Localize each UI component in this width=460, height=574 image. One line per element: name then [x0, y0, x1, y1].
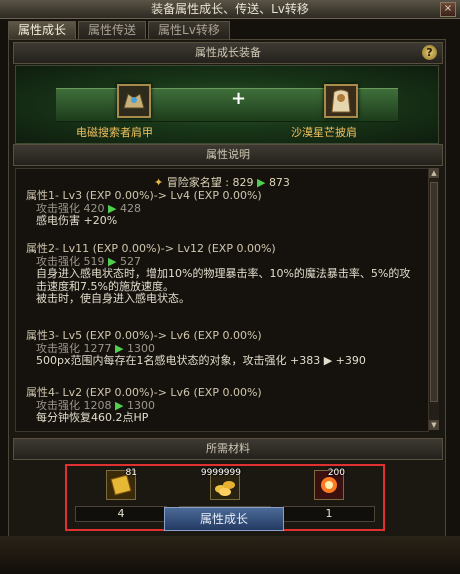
attribute-1-sub-new: 428: [119, 201, 141, 215]
equip-section-title: 属性成长装备: [195, 46, 261, 59]
cape-icon: [326, 86, 356, 116]
attribute-2-line-1: 自身进入感电状态时，增加10%的物理暴击率、10%的魔法暴击率、5%的攻: [36, 267, 411, 280]
help-button[interactable]: ?: [422, 45, 437, 60]
attribute-4-line-1: 每分钟恢复460.2点HP: [36, 411, 149, 424]
fame-new: 873: [268, 176, 290, 189]
attribute-description: ✦ 冒险家名望 : 829 ▶ 873 属性1- Lv3 (EXP 0.00%)…: [15, 168, 429, 432]
desc-section-title: 属性说明: [206, 148, 250, 161]
fire-orb-icon: 200: [314, 468, 345, 500]
attribute-3-line-1: 500px范围内每存在1名感电状态的对象，攻击强化 +383 ▶ +390: [36, 354, 366, 367]
material-2-count: 9999999: [200, 468, 241, 478]
window-title: 装备属性成长、传送、Lv转移: [151, 2, 309, 16]
attribute-4-sub-new: 1300: [126, 398, 155, 412]
close-button[interactable]: ×: [440, 2, 456, 17]
equip-display: + 电磁搜索者肩甲 沙漠星芒披肩: [15, 65, 439, 144]
window-titlebar: 装备属性成长、传送、Lv转移 ×: [0, 0, 460, 19]
scroll-up-icon[interactable]: ▲: [429, 168, 439, 178]
fame-line: ✦ 冒险家名望 : 829 ▶ 873: [16, 174, 428, 190]
description-scrollbar[interactable]: ▲ ▼: [428, 168, 439, 430]
material-3-count: 200: [327, 468, 345, 478]
plus-sign: +: [231, 88, 247, 109]
tab-attribute-transfer[interactable]: 属性传送: [78, 21, 147, 39]
game-hud-background: [0, 536, 460, 574]
arrow-icon: ▶: [115, 341, 124, 355]
material-1-count: 81: [125, 468, 137, 478]
gold-card-icon: 81: [106, 468, 137, 500]
tab-bar: 属性成长 属性传送 属性Lv转移: [8, 21, 230, 39]
scroll-down-icon[interactable]: ▼: [429, 420, 439, 430]
tab-attribute-growth[interactable]: 属性成长: [8, 21, 77, 39]
attribute-2-sub-label: 攻击强化 519: [36, 254, 105, 268]
materials-section-title: 所需材料: [206, 442, 250, 455]
arrow-icon: ▶: [115, 398, 124, 412]
attribute-3-sub-label: 攻击强化 1277: [36, 341, 112, 355]
tab-level-transfer[interactable]: 属性Lv转移: [148, 21, 230, 39]
fame-label: 冒险家名望 : 829: [166, 176, 254, 189]
material-3[interactable]: 200 1: [283, 468, 375, 522]
gold-coins-icon: 9999999: [201, 468, 241, 500]
arrow-icon: ▶: [108, 201, 117, 215]
attribute-4-sub-label: 攻击强化 1208: [36, 398, 112, 412]
equip-name-1: 电磁搜索者肩甲: [76, 126, 153, 139]
material-1-required: 4: [75, 506, 167, 522]
attribute-2-sub-new: 527: [119, 254, 141, 268]
material-1[interactable]: 81 4: [75, 468, 167, 522]
equip-slot-cape[interactable]: [324, 84, 358, 118]
attribute-3: 属性3- Lv5 (EXP 0.00%)-> Lv6 (EXP 0.00%) 攻…: [26, 329, 366, 368]
equip-slot-shoulder[interactable]: [117, 84, 151, 118]
attribute-2-line-3: 被击时，使自身进入感电状态。: [36, 292, 190, 305]
shoulder-armor-icon: [119, 86, 149, 116]
attribute-1-sub-label: 攻击强化 420: [36, 201, 105, 215]
fame-arrow: ▶: [256, 176, 266, 189]
equip-name-2: 沙漠星芒披肩: [291, 126, 357, 139]
attribute-4: 属性4- Lv2 (EXP 0.00%)-> Lv6 (EXP 0.00%) 攻…: [26, 386, 262, 425]
material-3-required: 1: [283, 506, 375, 522]
scroll-thumb[interactable]: [430, 182, 438, 402]
equip-section-header: 属性成长装备 ?: [13, 42, 443, 64]
attribute-3-sub-new: 1300: [126, 341, 155, 355]
attribute-1-line-1: 感电伤害 +20%: [36, 214, 118, 227]
desc-section-header: 属性说明: [13, 144, 443, 166]
main-panel: 属性成长装备 ? + 电磁搜索者肩甲 沙漠星芒披肩 属性说明 ✦ 冒险家名望:…: [8, 39, 446, 571]
materials-section-header: 所需材料: [13, 438, 443, 460]
attribute-growth-button[interactable]: 属性成长: [164, 507, 284, 531]
fame-icon: ✦: [154, 176, 164, 189]
attribute-2: 属性2- Lv11 (EXP 0.00%)-> Lv12 (EXP 0.00%)…: [26, 242, 411, 306]
arrow-icon: ▶: [108, 254, 117, 268]
attribute-1: 属性1- Lv3 (EXP 0.00%)-> Lv4 (EXP 0.00%) 攻…: [26, 189, 262, 228]
